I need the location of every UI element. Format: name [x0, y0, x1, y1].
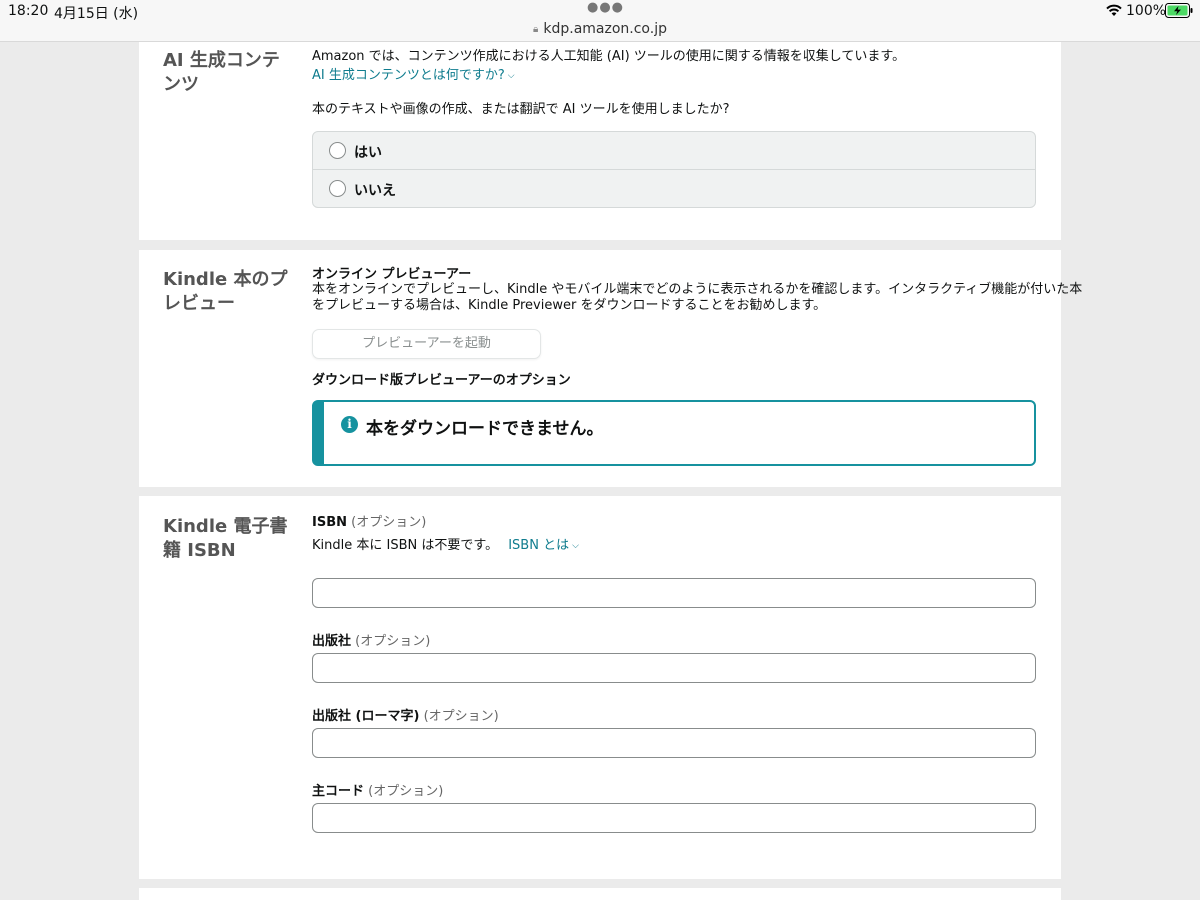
- ebook-isbn-card: Kindle 電子書籍 ISBN ISBN (オプション) Kindle 本に …: [139, 496, 1061, 879]
- isbn-optional: (オプション): [351, 515, 427, 530]
- preview-section-title: Kindle 本のプレビュー: [163, 269, 288, 314]
- main-code-input[interactable]: [312, 803, 1036, 833]
- ai-description: Amazon では、コンテンツ作成における人工知能 (AI) ツールの使用に関す…: [312, 49, 906, 64]
- more-dots-icon[interactable]: ●●●: [587, 0, 624, 15]
- radio-button-no[interactable]: [329, 180, 346, 197]
- publisher-label: 出版社: [312, 634, 352, 649]
- publisher-romaji-label-row: 出版社 (ローマ字) (オプション): [312, 709, 499, 725]
- alert-message: 本をダウンロードできません。: [366, 419, 604, 439]
- download-previewer-heading: ダウンロード版プレビューアーのオプション: [312, 373, 571, 388]
- battery-percent: 100%: [1126, 3, 1167, 19]
- launch-previewer-button[interactable]: プレビューアーを起動: [312, 329, 541, 359]
- publisher-romaji-optional: (オプション): [423, 709, 499, 724]
- next-section-card: [139, 888, 1061, 900]
- radio-label-yes: はい: [354, 145, 382, 161]
- isbn-section-title: Kindle 電子書籍 ISBN: [163, 516, 288, 561]
- ai-section-title: AI 生成コンテンツ: [163, 50, 280, 95]
- isbn-label: ISBN: [312, 515, 347, 530]
- ai-info-link-text[interactable]: AI 生成コンテンツとは何ですか?: [312, 68, 505, 83]
- ai-info-link[interactable]: AI 生成コンテンツとは何ですか? ⌵: [312, 68, 515, 84]
- online-previewer-heading: オンライン プレビューアー: [312, 267, 472, 282]
- isbn-input[interactable]: [312, 578, 1036, 608]
- isbn-info-link[interactable]: ISBN とは ⌵: [508, 538, 579, 553]
- publisher-romaji-input[interactable]: [312, 728, 1036, 758]
- info-icon: i: [341, 416, 358, 433]
- online-previewer-desc-1: 本をオンラインでプレビューし、Kindle やモバイル端末でどのように表示される…: [312, 282, 1083, 297]
- kindle-preview-card: Kindle 本のプレビュー オンライン プレビューアー 本をオンラインでプレビ…: [139, 250, 1082, 487]
- ai-content-card: AI 生成コンテンツ Amazon では、コンテンツ作成における人工知能 (AI…: [139, 42, 1061, 240]
- publisher-romaji-label: 出版社 (ローマ字): [312, 709, 420, 724]
- battery-charging-icon: [1165, 3, 1193, 18]
- radio-button-yes[interactable]: [329, 142, 346, 159]
- main-code-label: 主コード: [312, 784, 365, 799]
- publisher-optional: (オプション): [355, 634, 431, 649]
- date: 4月15日 (水): [54, 6, 139, 22]
- radio-option-yes[interactable]: はい: [313, 132, 1035, 170]
- isbn-note-row: Kindle 本に ISBN は不要です。 ISBN とは ⌵: [312, 538, 579, 554]
- address-bar[interactable]: 🔒︎ kdp.amazon.co.jp: [0, 21, 1200, 37]
- clock: 18:20: [8, 3, 49, 19]
- isbn-note: Kindle 本に ISBN は不要です。: [312, 538, 499, 553]
- main-code-label-row: 主コード (オプション): [312, 784, 443, 800]
- radio-option-no[interactable]: いいえ: [313, 170, 1035, 207]
- isbn-label-row: ISBN (オプション): [312, 515, 426, 531]
- main-code-optional: (オプション): [368, 784, 444, 799]
- publisher-label-row: 出版社 (オプション): [312, 634, 430, 650]
- wifi-icon: [1106, 4, 1122, 16]
- download-info-alert: i 本をダウンロードできません。: [312, 400, 1036, 466]
- isbn-info-link-text[interactable]: ISBN とは: [508, 538, 569, 553]
- radio-label-no: いいえ: [354, 183, 396, 199]
- chevron-down-icon: ⌵: [507, 71, 515, 81]
- status-bar: 18:20 4月15日 (水) ●●● 🔒︎ kdp.amazon.co.jp 1…: [0, 0, 1200, 42]
- ai-radio-group: はい いいえ: [312, 131, 1036, 208]
- online-previewer-desc-2: をプレビューする場合は、Kindle Previewer をダウンロードすること…: [312, 298, 827, 313]
- ai-question: 本のテキストや画像の作成、または翻訳で AI ツールを使用しましたか?: [312, 102, 730, 117]
- lock-icon: 🔒︎: [533, 24, 539, 35]
- publisher-input[interactable]: [312, 653, 1036, 683]
- url-text: kdp.amazon.co.jp: [543, 21, 667, 37]
- chevron-down-icon: ⌵: [572, 541, 579, 551]
